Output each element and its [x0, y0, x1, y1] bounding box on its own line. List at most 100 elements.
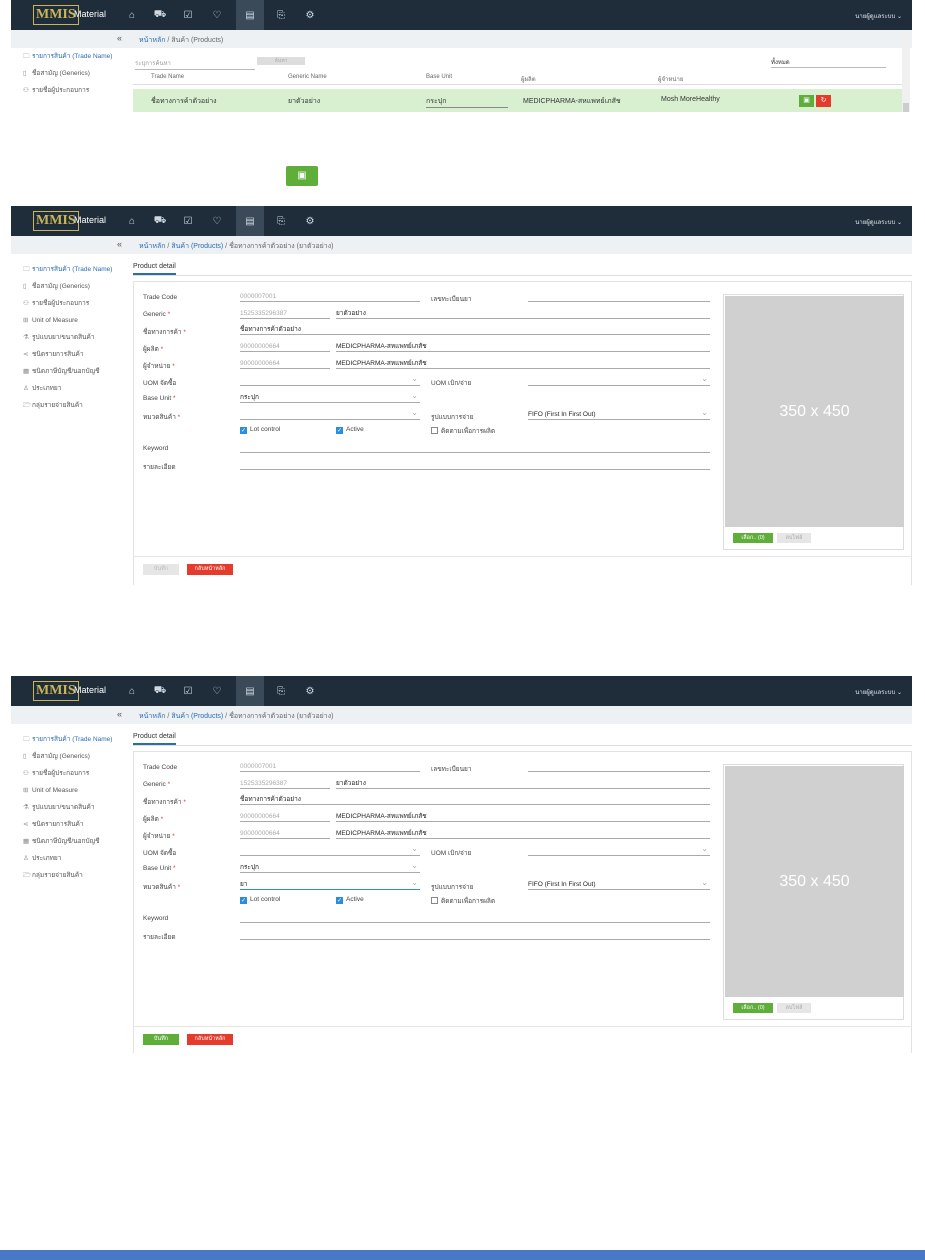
database-icon[interactable]: ▤: [236, 206, 264, 236]
sidebar-item-account-type[interactable]: ▦ ชนิดภาษีบัญชี/นอกบัญชี: [11, 833, 131, 850]
detail-field[interactable]: [240, 460, 710, 470]
col-vendor[interactable]: ผู้จำหน่าย: [658, 74, 683, 84]
col-base-unit[interactable]: Base Unit: [426, 74, 452, 80]
filter-select[interactable]: ทั้งหมด: [771, 57, 886, 68]
choose-file-button[interactable]: เลือก.. (0): [733, 533, 773, 543]
checklist-icon[interactable]: ☑: [177, 682, 199, 700]
trade-code-field[interactable]: 0000007001: [240, 762, 420, 772]
sidebar-item-trade-name[interactable]: 🗀 รายการสินค้า (Trade Name): [11, 731, 131, 748]
home-icon[interactable]: ⌂: [121, 212, 143, 230]
sidebar-item-drug-type[interactable]: ♙ ประเภทยา: [11, 380, 131, 397]
checklist-icon[interactable]: ☑: [177, 6, 199, 24]
sidebar-item-vendors[interactable]: ⚇ รายชื่อผู้ประกอบการ: [11, 765, 131, 782]
col-generic-name[interactable]: Generic Name: [288, 74, 327, 80]
checklist-icon[interactable]: ☑: [177, 212, 199, 230]
user-menu[interactable]: นายผู้ดูแลระบบ ⌄: [855, 687, 902, 697]
issue-method-select[interactable]: FIFO (First In First Out): [528, 408, 710, 420]
uom-buy-select[interactable]: [240, 844, 420, 856]
tab-product-detail[interactable]: Product detail: [133, 733, 176, 745]
col-trade-name[interactable]: Trade Name: [151, 74, 184, 80]
uom-issue-select[interactable]: [528, 374, 710, 386]
sidebar-item-account-type[interactable]: ▦ ชนิดภาษีบัญชี/นอกบัญชี: [11, 363, 131, 380]
table-row[interactable]: ชื่อทางการค้าตัวอย่าง ยาตัวอย่าง กระปุก …: [133, 89, 903, 112]
collapse-sidebar-icon[interactable]: «: [117, 239, 122, 249]
crumb-products[interactable]: สินค้า (Products): [171, 243, 223, 250]
sidebar-item-vendors[interactable]: ⚇ รายชื่อผู้ประกอบการ: [11, 82, 131, 99]
crumb-products[interactable]: สินค้า (Products): [171, 713, 223, 720]
vendor-name-field[interactable]: MEDICPHARMA-สหแพทย์เภสัช: [336, 359, 710, 369]
base-unit-select[interactable]: กระปุก: [240, 391, 420, 403]
vendor-name-field[interactable]: MEDICPHARMA-สหแพทย์เภสัช: [336, 829, 710, 839]
generic-name-field[interactable]: ยาตัวอย่าง: [336, 309, 710, 319]
generic-name-field[interactable]: ยาตัวอย่าง: [336, 779, 710, 789]
sidebar-item-trade-name[interactable]: 🗀 รายการสินค้า (Trade Name): [11, 261, 131, 278]
tab-product-detail[interactable]: Product detail: [133, 263, 176, 275]
maker-name-field[interactable]: MEDICPHARMA-สหแพทย์เภสัช: [336, 342, 710, 352]
base-unit-select[interactable]: กระปุก: [240, 861, 420, 873]
track-production-checkbox[interactable]: ติดตามเพื่อการผลิต: [431, 426, 495, 436]
sidebar-item-generics[interactable]: ▯ ชื่อสามัญ (Generics): [11, 278, 131, 295]
keyword-field[interactable]: [240, 913, 710, 923]
document-icon[interactable]: ⎘: [270, 6, 292, 24]
user-menu[interactable]: นายผู้ดูแลระบบ ⌄: [855, 11, 902, 21]
settings-icon[interactable]: ⚙: [299, 682, 321, 700]
sidebar-item-dosage[interactable]: ⚗ รูปแบบยา/ขนาดสินค้า: [11, 329, 131, 346]
save-button[interactable]: บันทึก: [143, 1034, 179, 1045]
uom-issue-select[interactable]: [528, 844, 710, 856]
collapse-sidebar-icon[interactable]: «: [117, 33, 122, 43]
database-icon[interactable]: ▤: [236, 0, 264, 30]
settings-icon[interactable]: ⚙: [299, 212, 321, 230]
category-select[interactable]: ยา: [240, 878, 420, 890]
category-select[interactable]: [240, 408, 420, 420]
crumb-home[interactable]: หน้าหลัก: [139, 713, 165, 720]
save-icon[interactable]: ▣: [799, 95, 814, 107]
vendor-code-field[interactable]: 90000000664: [240, 359, 330, 369]
sidebar-item-generics[interactable]: ▯ ชื่อสามัญ (Generics): [11, 65, 131, 82]
sidebar-item-generics[interactable]: ▯ ชื่อสามัญ (Generics): [11, 748, 131, 765]
lot-control-checkbox[interactable]: ✓ Lot control: [240, 896, 280, 904]
uom-buy-select[interactable]: [240, 374, 420, 386]
trade-name-field[interactable]: ชื่อทางการค้าตัวอย่าง: [240, 795, 710, 805]
scrollbar[interactable]: [902, 33, 910, 112]
save-button[interactable]: บันทึก: [143, 564, 179, 575]
crumb-home[interactable]: หน้าหลัก: [139, 37, 165, 44]
reg-no-field[interactable]: [528, 292, 710, 302]
heart-icon[interactable]: ♡: [206, 6, 228, 24]
vendor-code-field[interactable]: 90000000664: [240, 829, 330, 839]
track-production-checkbox[interactable]: ติดตามเพื่อการผลิต: [431, 896, 495, 906]
cell-unit-select[interactable]: กระปุก: [426, 96, 508, 108]
back-button[interactable]: กลับหน้าหลัก: [187, 1034, 233, 1045]
search-button[interactable]: ค้นหา: [257, 57, 305, 65]
sidebar-item-expense-group[interactable]: 🗁กลุ่มรายจ่ายสินค้า: [11, 867, 131, 884]
sidebar-item-expense-group[interactable]: 🗁กลุ่มรายจ่ายสินค้า: [11, 397, 131, 414]
sidebar-item-uom[interactable]: ⊞ Unit of Measure: [11, 782, 131, 799]
refresh-icon[interactable]: ↻: [816, 95, 831, 107]
home-icon[interactable]: ⌂: [121, 682, 143, 700]
generic-code-field[interactable]: 1525335296387: [240, 779, 330, 789]
maker-name-field[interactable]: MEDICPHARMA-สหแพทย์เภสัช: [336, 812, 710, 822]
cart-icon[interactable]: ⛟: [149, 212, 171, 230]
reg-no-field[interactable]: [528, 762, 710, 772]
choose-file-button[interactable]: เลือก.. (0): [733, 1003, 773, 1013]
keyword-field[interactable]: [240, 443, 710, 453]
crumb-home[interactable]: หน้าหลัก: [139, 243, 165, 250]
back-button[interactable]: กลับหน้าหลัก: [187, 564, 233, 575]
trade-name-field[interactable]: ชื่อทางการค้าตัวอย่าง: [240, 325, 710, 335]
detail-field[interactable]: [240, 930, 710, 940]
sidebar-item-trade-name[interactable]: 🗀 รายการสินค้า (Trade Name): [11, 48, 131, 65]
database-icon[interactable]: ▤: [236, 676, 264, 706]
sidebar-item-drug-type[interactable]: ♙ ประเภทยา: [11, 850, 131, 867]
remove-file-button[interactable]: ลบไฟล์: [777, 533, 811, 543]
settings-icon[interactable]: ⚙: [299, 6, 321, 24]
search-input[interactable]: ระบุการค้นหา: [135, 58, 255, 70]
collapse-sidebar-icon[interactable]: «: [117, 709, 122, 719]
remove-file-button[interactable]: ลบไฟล์: [777, 1003, 811, 1013]
trade-code-field[interactable]: 0000007001: [240, 292, 420, 302]
maker-code-field[interactable]: 90000000664: [240, 812, 330, 822]
save-button-icon[interactable]: ▣: [286, 166, 318, 186]
home-icon[interactable]: ⌂: [121, 6, 143, 24]
sidebar-item-product-type[interactable]: ⋖ ชนิดรายการสินค้า: [11, 346, 131, 363]
active-checkbox[interactable]: ✓ Active: [336, 896, 364, 904]
active-checkbox[interactable]: ✓ Active: [336, 426, 364, 434]
heart-icon[interactable]: ♡: [206, 212, 228, 230]
